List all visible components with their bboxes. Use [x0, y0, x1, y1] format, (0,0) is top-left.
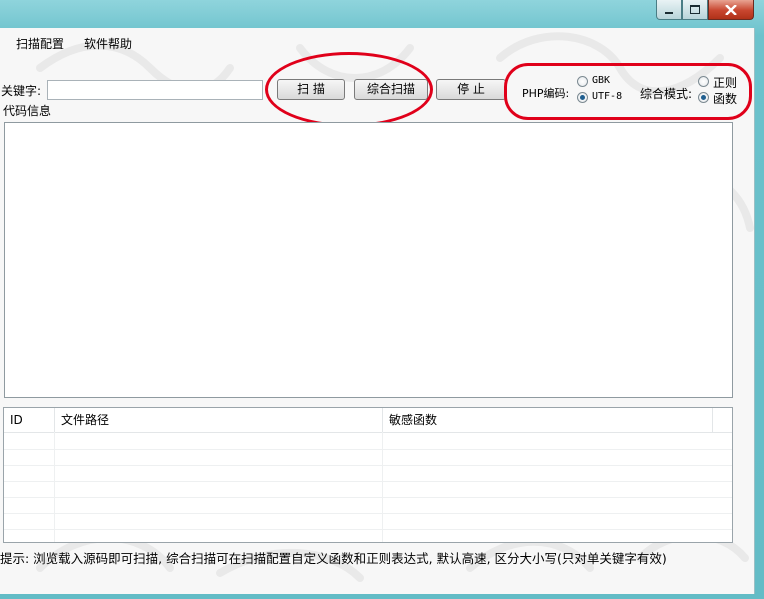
code-info-textarea[interactable] [4, 122, 733, 398]
encoding-utf8-label: UTF-8 [592, 91, 623, 102]
grid-line [4, 529, 732, 530]
keyword-label: 关键字: [1, 84, 42, 98]
column-sensitive-function[interactable]: 敏感函数 [383, 408, 713, 432]
minimize-button[interactable] [656, 0, 682, 20]
grid-line [4, 465, 732, 466]
mode-regex-label: 正则 [713, 76, 738, 90]
encoding-utf8-radio[interactable] [577, 92, 588, 103]
encoding-gbk-label: GBK [592, 75, 611, 86]
table-header: ID 文件路径 敏感函数 [4, 408, 732, 433]
mode-function-label: 函数 [713, 92, 738, 106]
grid-line [4, 481, 732, 482]
mode-function-radio[interactable] [698, 92, 709, 103]
column-file-path[interactable]: 文件路径 [55, 408, 383, 432]
comprehensive-scan-button[interactable]: 综合扫描 [354, 79, 428, 100]
keyword-input[interactable] [47, 80, 263, 100]
php-encoding-label: PHP编码: [522, 87, 570, 100]
mode-label: 综合模式: [640, 87, 693, 101]
menu-software-help[interactable]: 软件帮助 [84, 35, 132, 52]
mode-regex-radio[interactable] [698, 76, 709, 87]
client-area: 扫描配置 软件帮助 关键字: 扫 描 综合扫描 停 止 PHP编码: GBK U… [0, 28, 755, 594]
encoding-gbk-radio[interactable] [577, 76, 588, 87]
minimize-icon [665, 11, 673, 14]
close-button[interactable] [708, 0, 754, 20]
grid-line [4, 513, 732, 514]
grid-line [4, 449, 732, 450]
column-id[interactable]: ID [4, 408, 55, 432]
menu-scan-config[interactable]: 扫描配置 [16, 35, 64, 52]
scan-button[interactable]: 扫 描 [277, 79, 345, 100]
code-info-label: 代码信息 [3, 104, 52, 118]
grid-line [4, 497, 732, 498]
close-icon [725, 4, 737, 15]
stop-button[interactable]: 停 止 [436, 79, 506, 100]
maximize-button[interactable] [682, 0, 708, 20]
status-hint: 提示: 浏览载入源码即可扫描, 综合扫描可在扫描配置自定义函数和正则表达式, 默… [0, 551, 667, 566]
menu-bar: 扫描配置 软件帮助 [0, 28, 754, 56]
results-table[interactable]: ID 文件路径 敏感函数 [3, 407, 733, 543]
maximize-icon [690, 5, 700, 14]
